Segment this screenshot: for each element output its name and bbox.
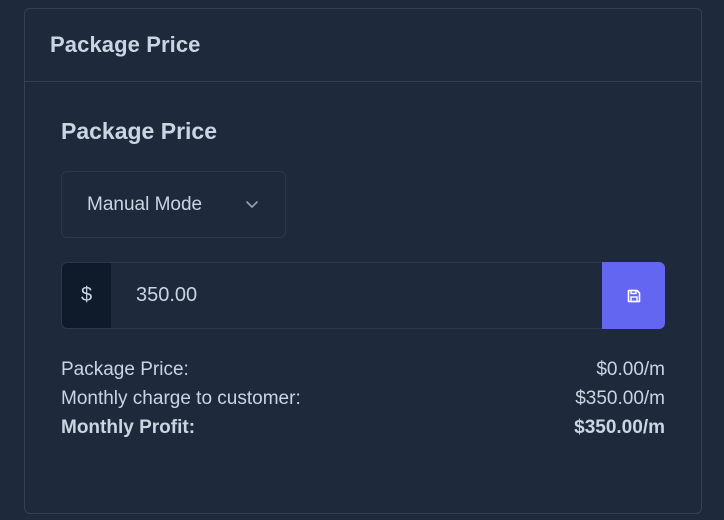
save-button[interactable] xyxy=(602,262,665,329)
package-price-card: Package Price Package Price Manual Mode … xyxy=(24,8,702,514)
section-title: Package Price xyxy=(61,118,218,144)
card-header: Package Price xyxy=(25,9,701,82)
summary-value: $350.00/m xyxy=(575,388,665,409)
summary-value: $350.00/m xyxy=(574,417,665,438)
price-summary: Package Price: $0.00/m Monthly charge to… xyxy=(61,355,665,442)
save-icon xyxy=(627,289,640,302)
price-input[interactable] xyxy=(111,262,602,329)
summary-label: Package Price: xyxy=(61,359,189,380)
summary-label: Monthly Profit: xyxy=(61,417,196,438)
currency-prefix: $ xyxy=(61,262,111,329)
summary-value: $0.00/m xyxy=(596,359,665,380)
summary-row-monthly-charge: Monthly charge to customer: $350.00/m xyxy=(61,384,665,413)
card-title: Package Price xyxy=(50,32,201,57)
mode-select[interactable]: Manual Mode xyxy=(61,171,286,238)
mode-select-value: Manual Mode xyxy=(87,193,203,215)
summary-row-monthly-profit: Monthly Profit: $350.00/m xyxy=(61,413,665,442)
chevron-down-icon xyxy=(246,201,258,208)
summary-row-package-price: Package Price: $0.00/m xyxy=(61,355,665,384)
summary-label: Monthly charge to customer: xyxy=(61,388,301,409)
price-input-group: $ xyxy=(61,262,665,329)
